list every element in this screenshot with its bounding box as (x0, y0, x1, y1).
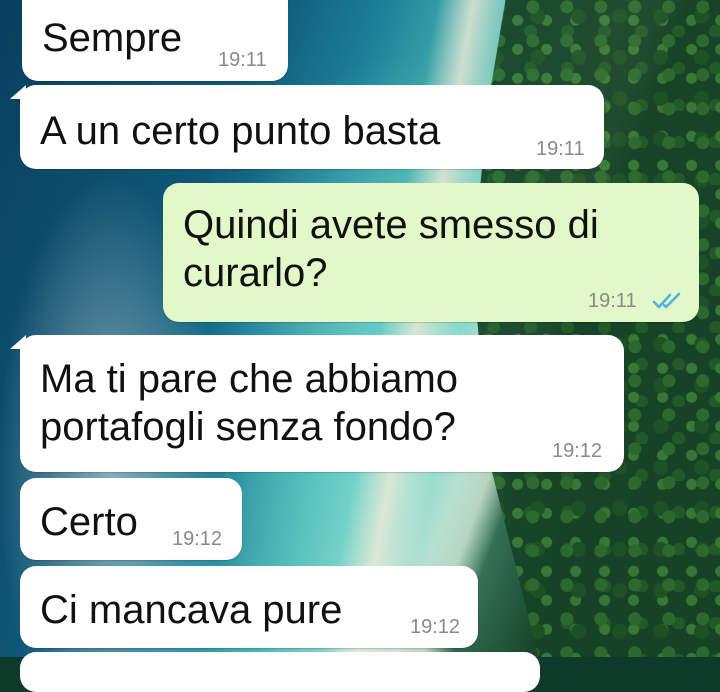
message-list[interactable]: Sempre 19:11 A un certo punto basta 19:1… (0, 0, 720, 692)
message-bubble-incoming[interactable]: Sempre 19:11 (22, 0, 288, 81)
message-bubble-incoming[interactable]: A un certo punto basta 19:11 (10, 85, 604, 169)
message-time: 19:11 (588, 290, 637, 312)
message-time: 19:12 (552, 440, 603, 462)
message-time: 19:11 (536, 138, 585, 160)
message-text: Ma ti pare che abbiamo portafogli senza … (40, 357, 459, 449)
message-text: Quindi avete smesso di curarlo? (183, 203, 599, 295)
message-bubble-outgoing[interactable]: Quindi avete smesso di curarlo? 19:11 (163, 183, 699, 322)
message-text: Sempre (42, 16, 183, 60)
message-text: Certo (40, 500, 138, 544)
bubble-tail (10, 335, 26, 349)
bubble-tail (10, 85, 26, 99)
message-bubble-incoming[interactable]: Ci mancava pure 19:12 (20, 566, 478, 648)
message-bubble-incoming[interactable]: Ma ti pare che abbiamo portafogli senza … (10, 335, 624, 472)
message-time: 19:11 (218, 49, 267, 71)
message-time: 19:12 (410, 616, 461, 638)
message-text: A un certo punto basta (40, 109, 441, 153)
double-check-icon (652, 292, 681, 309)
message-time: 19:12 (172, 528, 223, 550)
message-text: Ci mancava pure (40, 588, 343, 632)
message-bubble-incoming-partial[interactable] (20, 652, 540, 692)
message-bubble-incoming[interactable]: Certo 19:12 (20, 478, 242, 560)
